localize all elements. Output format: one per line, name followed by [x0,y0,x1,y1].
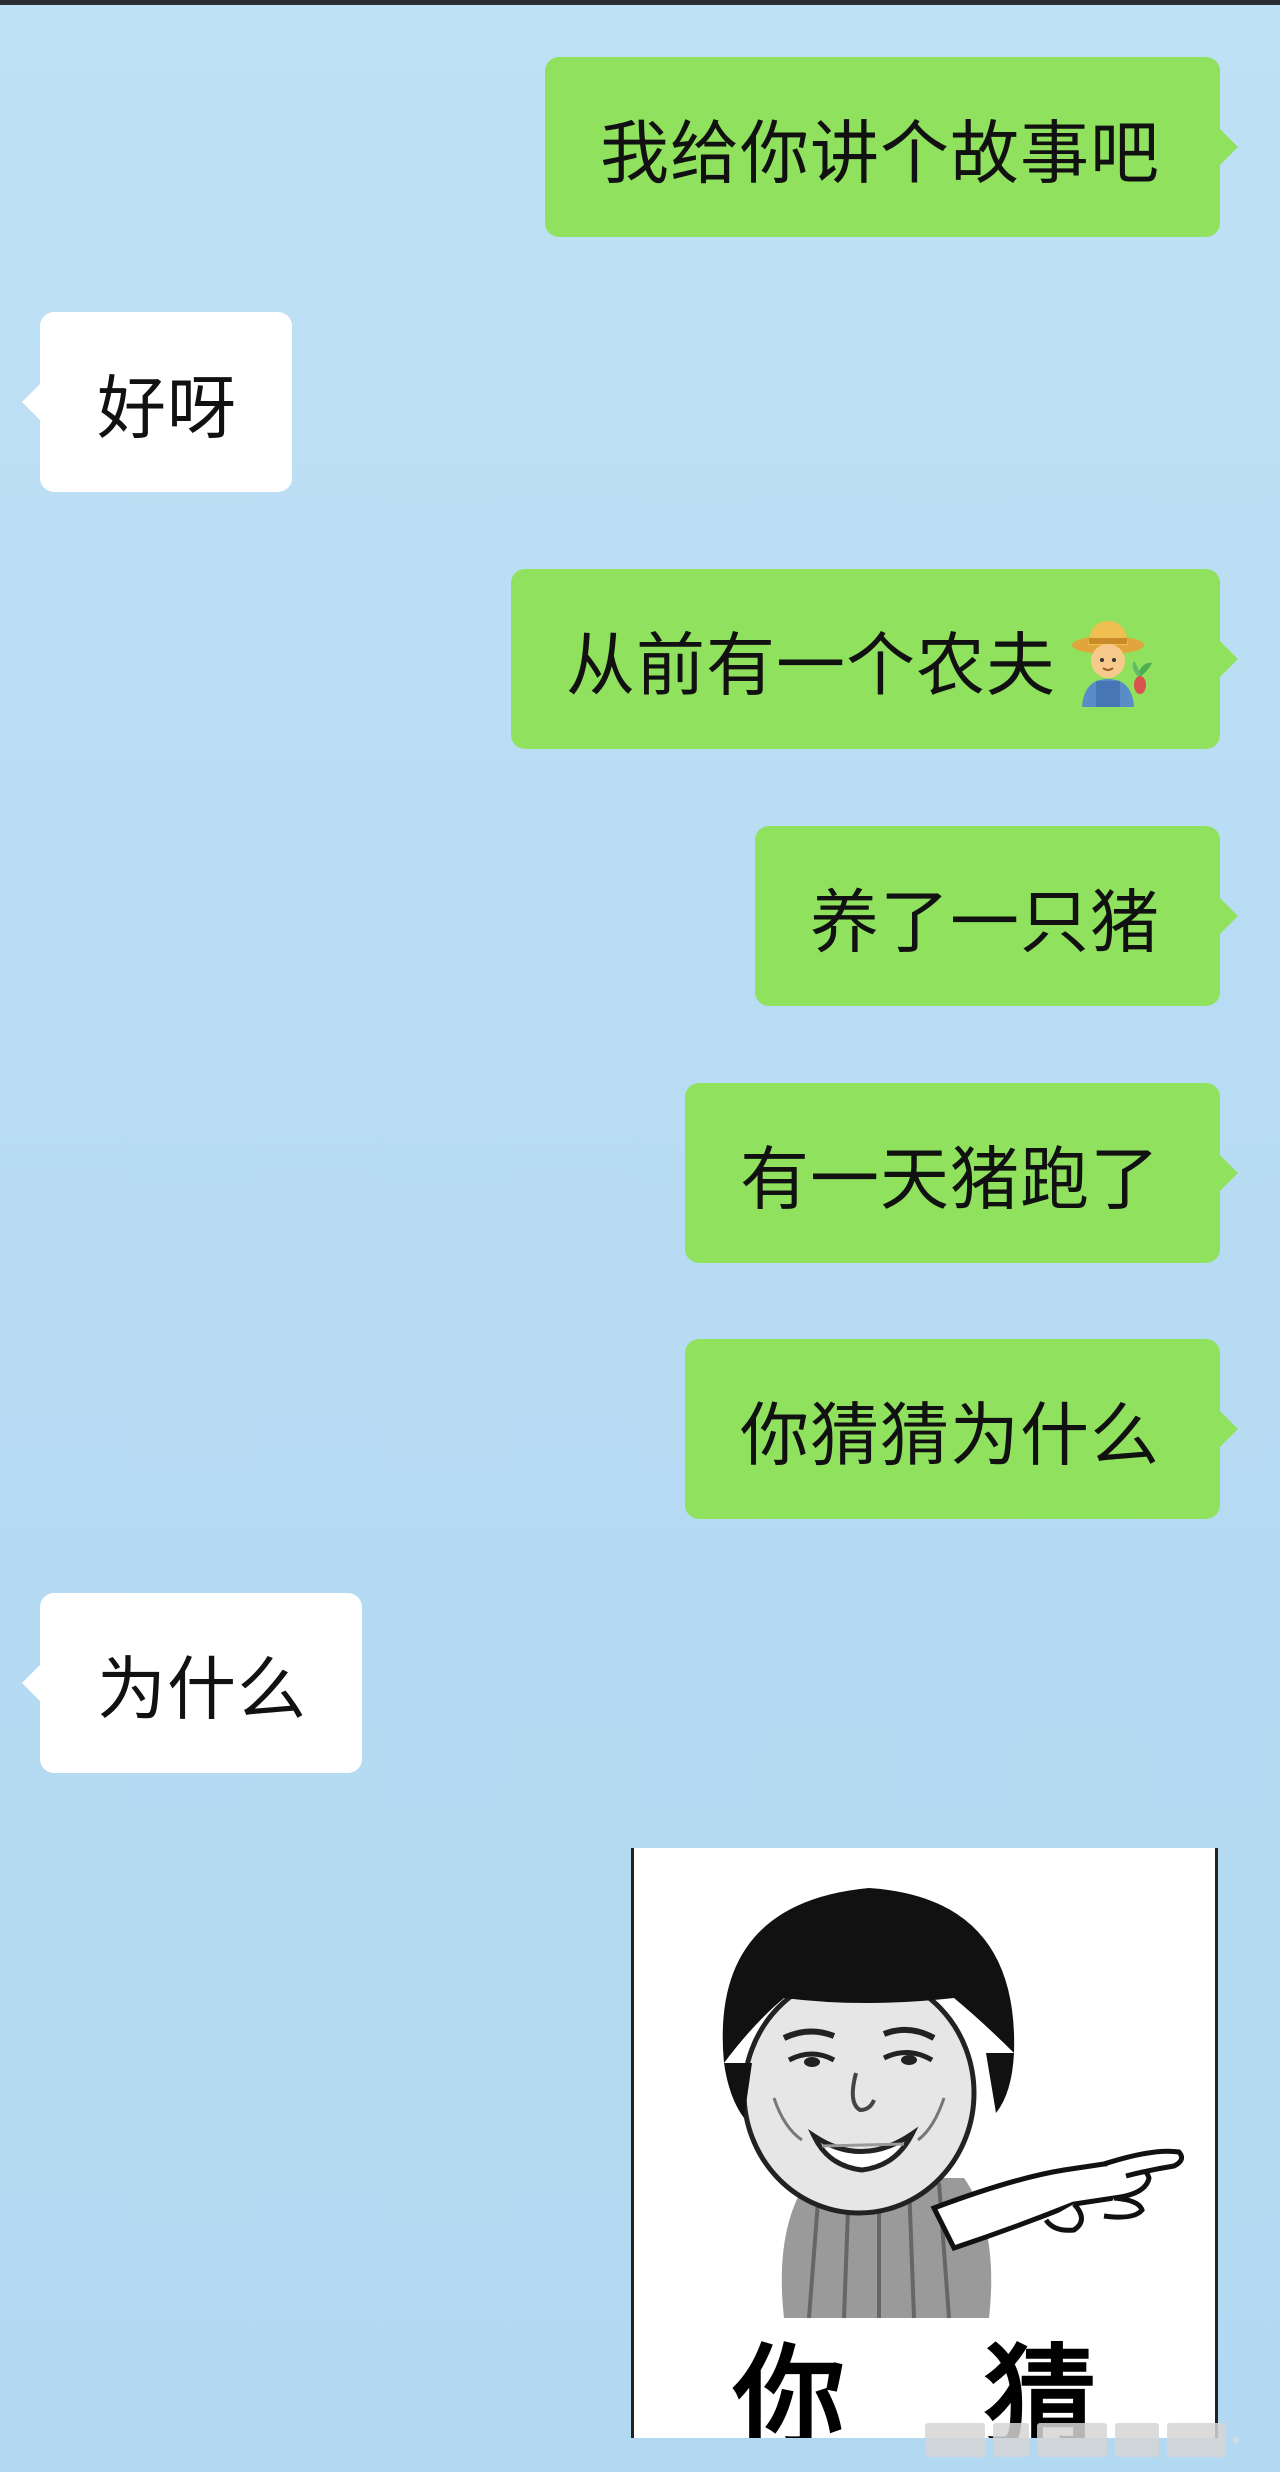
watermark-dot [1233,2437,1239,2443]
message-bubble-outgoing[interactable]: 养了一只猪 [755,826,1238,1006]
farmer-emoji-icon [1064,611,1160,707]
message-text: 从前有一个农夫 [566,626,1056,706]
message-text: 你猜猜为什么 [740,1396,1160,1476]
message-text: 有一天猪跑了 [740,1140,1160,1220]
message-bubble-incoming[interactable]: 好呀 [22,312,292,492]
watermark-block [1167,2423,1225,2457]
message-text: 养了一只猪 [810,883,1160,963]
watermark-block [1115,2423,1159,2457]
sticker-message[interactable]: 你 猜 [631,1848,1218,2438]
message-bubble-outgoing[interactable]: 从前有一个农夫 [511,569,1238,749]
message-bubble-outgoing[interactable]: 我给你讲个故事吧 [545,57,1238,237]
message-text: 好呀 [97,369,237,449]
watermark-block [925,2423,985,2457]
watermark-block [993,2423,1029,2457]
chat-screen: 我给你讲个故事吧 好呀 从前有一个农夫 养了一只猪 有一天猪跑了 你猜猜为什么 … [0,0,1280,2472]
message-bubble-incoming[interactable]: 为什么 [22,1593,362,1773]
message-text: 我给你讲个故事吧 [600,114,1160,194]
watermark-block [1037,2423,1107,2457]
message-bubble-outgoing[interactable]: 有一天猪跑了 [685,1083,1238,1263]
message-text: 为什么 [97,1650,307,1730]
status-bar [0,0,1280,5]
message-bubble-outgoing[interactable]: 你猜猜为什么 [685,1339,1238,1519]
watermark [925,2408,1280,2472]
